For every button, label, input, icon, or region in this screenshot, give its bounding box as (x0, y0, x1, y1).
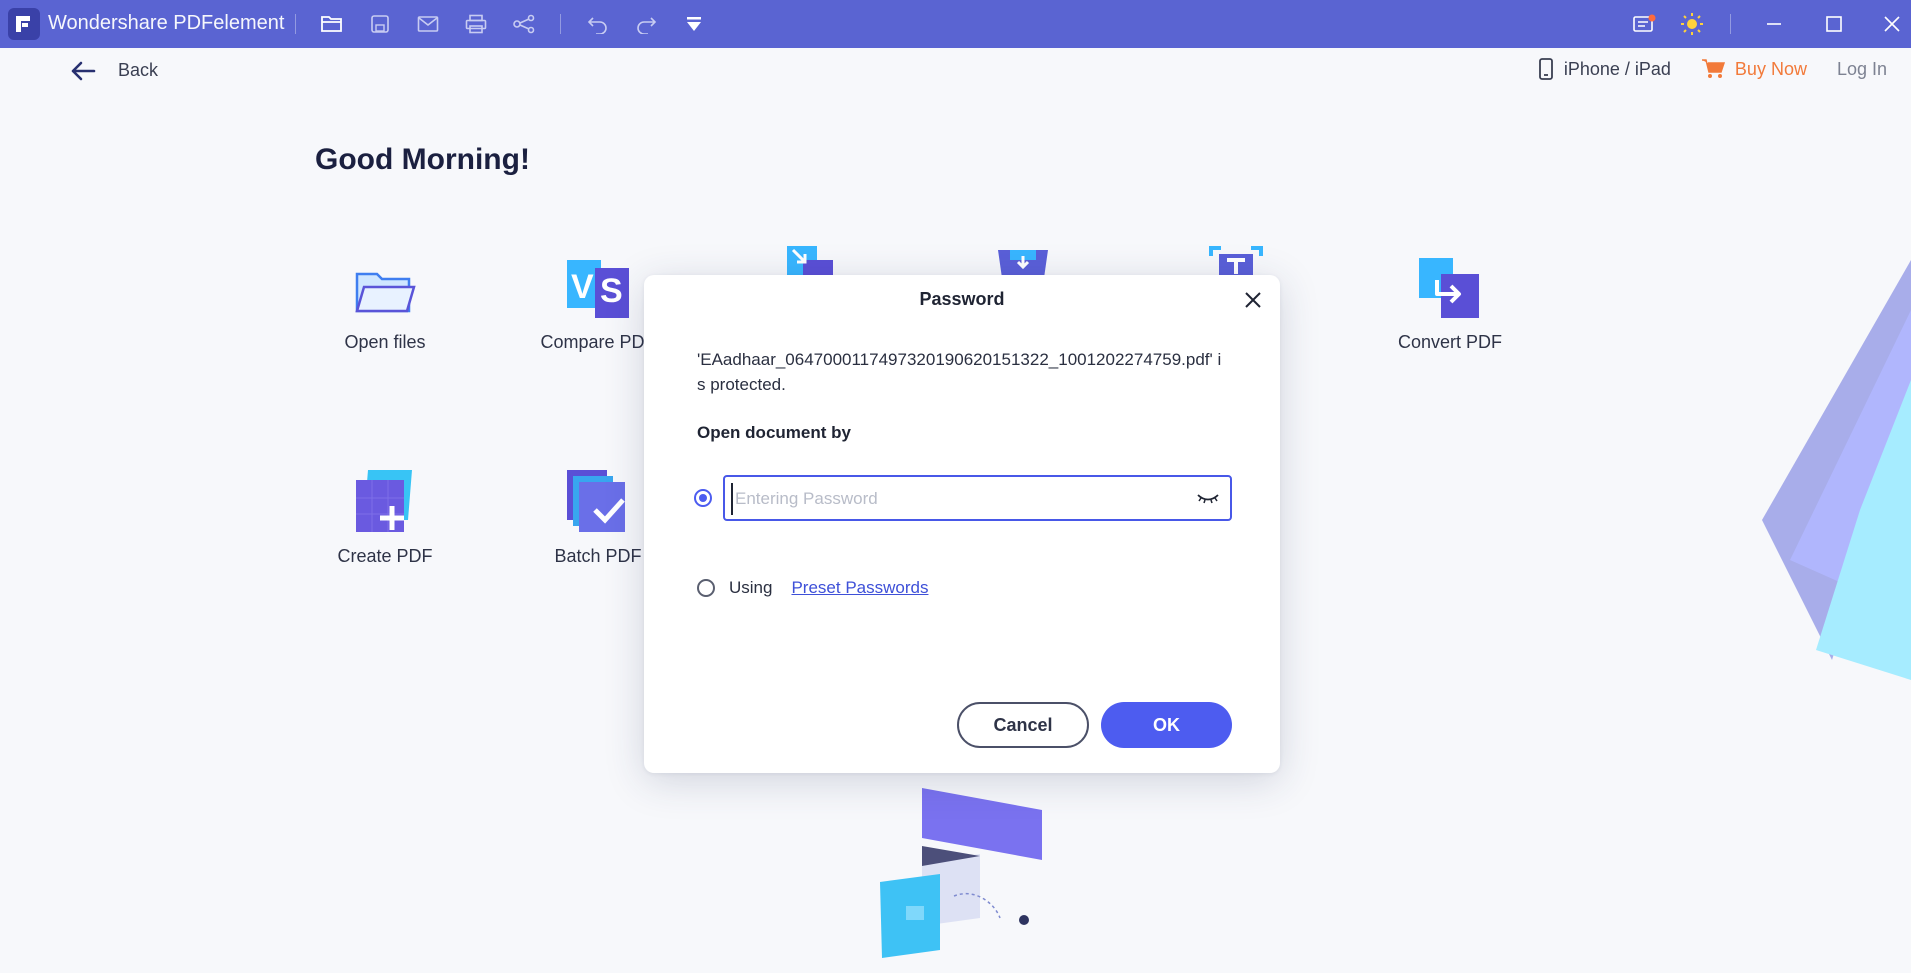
using-label: Using (729, 578, 773, 597)
print-icon[interactable] (462, 10, 490, 38)
undo-icon[interactable] (584, 10, 612, 38)
tool-template[interactable] (943, 240, 1103, 278)
app-logo-icon (8, 8, 40, 40)
dialog-close-icon[interactable] (1240, 287, 1266, 313)
phone-icon (1538, 58, 1553, 80)
iphone-ipad-label: iPhone / iPad (1563, 58, 1671, 79)
maximize-icon[interactable] (1820, 10, 1848, 38)
theme-sun-icon[interactable] (1678, 10, 1706, 38)
mail-icon[interactable] (414, 10, 442, 38)
folder-icon (305, 248, 465, 320)
convert-icon (1370, 248, 1530, 320)
preset-password-option: Using Preset Passwords (697, 578, 928, 598)
decorative-shapes (1762, 260, 1911, 680)
toolbar-divider (1730, 14, 1731, 34)
buy-now-label: Buy Now (1734, 58, 1807, 79)
tool-convert-pdf[interactable]: Convert PDF (1370, 248, 1530, 353)
password-dialog: Password 'EAadhaar_064700011749732019062… (644, 275, 1280, 773)
login-label: Log In (1836, 58, 1887, 79)
login-link[interactable]: Log In (1837, 59, 1887, 80)
cart-icon (1701, 59, 1725, 78)
toolbar-divider (560, 14, 561, 34)
svg-text:V: V (571, 268, 594, 306)
cancel-button[interactable]: Cancel (957, 702, 1089, 748)
open-document-by-label: Open document by (697, 423, 851, 442)
tool-ocr[interactable] (1156, 240, 1316, 278)
template-icon (943, 240, 1103, 278)
preset-passwords-link[interactable]: Preset Passwords (791, 578, 928, 598)
greeting-heading: Good Morning! (315, 143, 530, 176)
minimize-icon[interactable] (1760, 10, 1788, 38)
tool-label: Open files (344, 332, 426, 352)
protected-file-message: 'EAadhaar_0647000117497320190620151322_1… (697, 350, 1222, 394)
ocr-icon (1156, 240, 1316, 278)
arrow-left-icon (71, 61, 96, 80)
iphone-ipad-link[interactable]: iPhone / iPad (1538, 58, 1671, 80)
tool-combine[interactable] (730, 240, 890, 278)
toolbar-divider (295, 14, 296, 34)
password-option-radio[interactable] (694, 489, 712, 507)
notification-icon[interactable] (1630, 10, 1658, 38)
preset-option-radio[interactable] (697, 579, 715, 597)
tool-open-files[interactable]: Open files (305, 248, 465, 353)
app-title: Wondershare PDFelement (48, 12, 285, 34)
password-input[interactable] (731, 483, 1177, 515)
create-icon (305, 462, 465, 534)
decorative-illustration (880, 788, 1042, 958)
save-icon[interactable] (366, 10, 394, 38)
svg-text:S: S (600, 272, 623, 310)
tool-label: Convert PDF (1397, 332, 1503, 352)
combine-icon (730, 240, 890, 278)
buy-now-link[interactable]: Buy Now (1701, 58, 1807, 80)
quick-access-dropdown-icon[interactable] (680, 10, 708, 38)
redo-icon[interactable] (632, 10, 660, 38)
dialog-title: Password (919, 289, 1005, 309)
share-icon[interactable] (510, 10, 538, 38)
top-right-menu: iPhone / iPad Buy Now Log In (1508, 58, 1887, 80)
title-bar: Wondershare PDFelement (0, 0, 1911, 48)
tool-label: Create PDF (337, 546, 433, 566)
password-field (723, 475, 1232, 521)
back-button[interactable]: Back (70, 60, 158, 81)
tool-create-pdf[interactable]: Create PDF (305, 462, 465, 567)
ok-button[interactable]: OK (1101, 702, 1232, 748)
open-folder-icon[interactable] (318, 10, 346, 38)
back-label: Back (118, 60, 159, 80)
close-icon[interactable] (1878, 10, 1906, 38)
eye-hidden-icon[interactable] (1196, 489, 1220, 507)
